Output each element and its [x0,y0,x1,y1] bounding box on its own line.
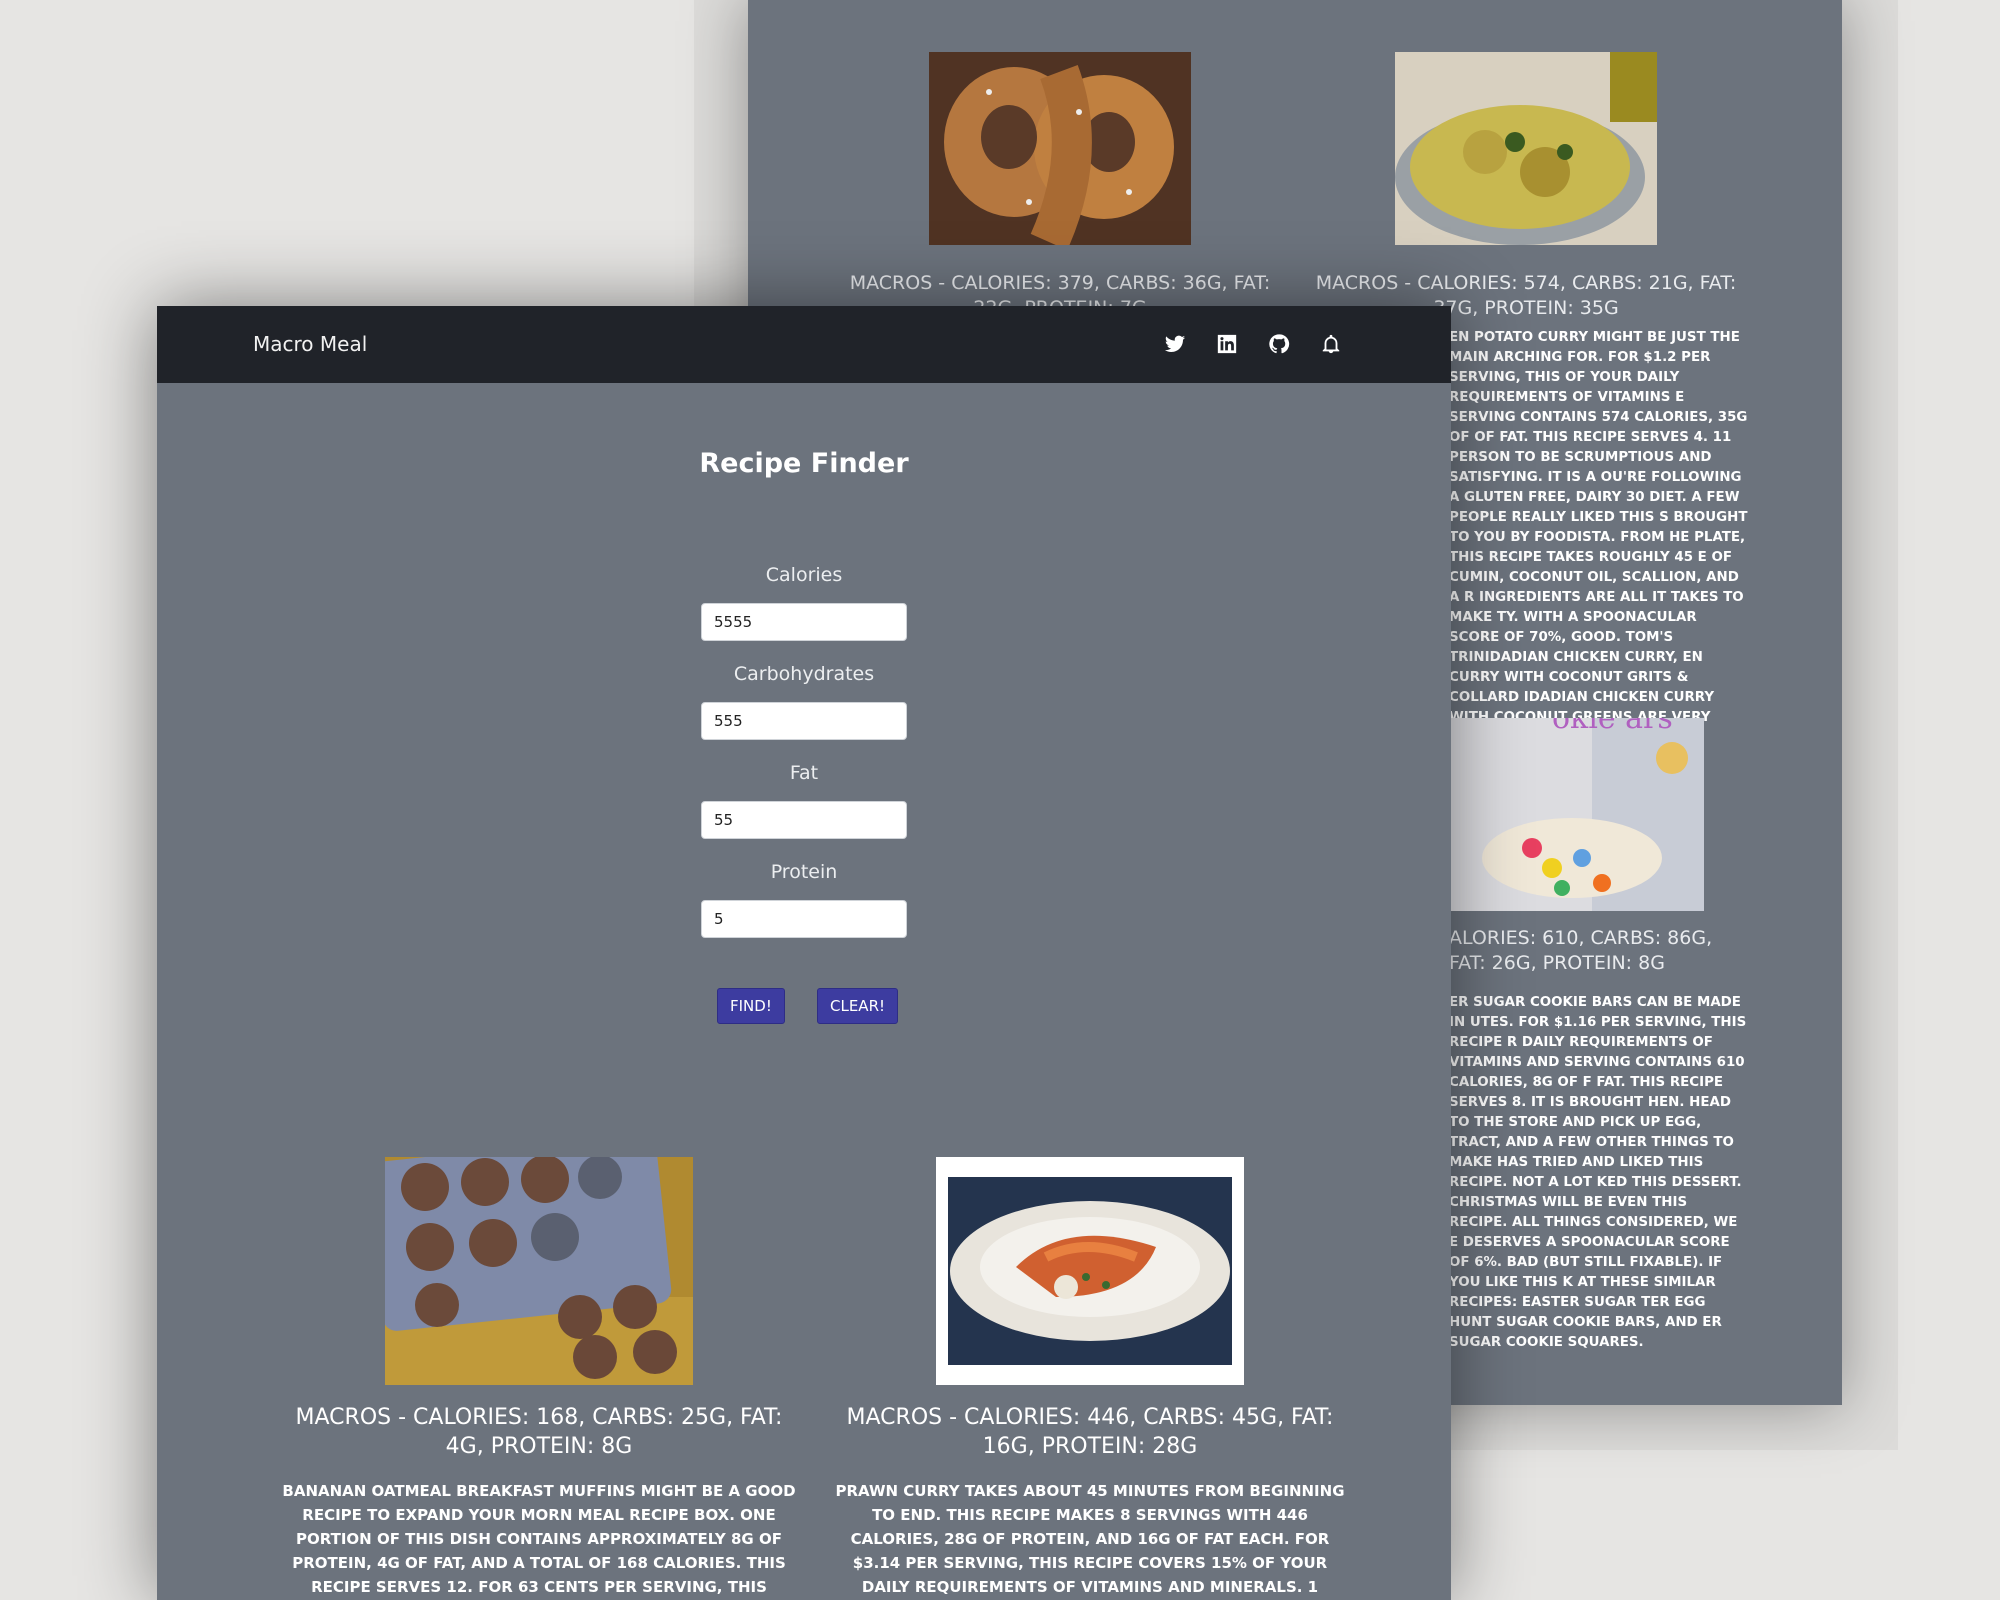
recipe-image-text: okie ars [1552,718,1673,736]
carbs-field: Carbohydrates [701,663,907,740]
recipe-card: MACROS - CALORIES: 574, CARBS: 21G, FAT:… [1311,52,1741,321]
find-button[interactable]: FIND! [717,988,785,1024]
protein-field: Protein [701,861,907,938]
recipe-description: ER SUGAR COOKIE BARS CAN BE MADE IN UTES… [1449,995,1747,1350]
bell-icon[interactable] [1317,330,1345,358]
protein-input[interactable] [701,900,907,938]
fat-label: Fat [789,762,819,784]
recipe-card: MACROS - CALORIES: 168, CARBS: 25G, FAT:… [279,1157,799,1600]
protein-label: Protein [770,861,838,883]
fat-input[interactable] [701,801,907,839]
recipe-macros: ALORIES: 610, CARBS: 86G, FAT: 26G, PROT… [1449,927,1713,974]
app-window: Macro Meal Recipe Finder Calories Carboh… [157,306,1451,1600]
fat-field: Fat [701,762,907,839]
recipe-image-sugar-cookie-bars: okie ars [1442,718,1704,911]
recipe-description: PRAWN CURRY TAKES ABOUT 45 MINUTES FROM … [835,1482,1345,1596]
calories-label: Calories [765,564,843,586]
recipe-image-pretzel [929,52,1191,251]
recipe-macros: MACROS - CALORIES: 446, CARBS: 45G, FAT:… [846,1405,1334,1459]
social-icons [1161,330,1345,358]
recipe-image-chicken-curry [1395,52,1657,245]
carbs-label: Carbohydrates [733,663,875,685]
recipe-image-muffins [385,1157,693,1385]
recipe-description: BANANAN OATMEAL BREAKFAST MUFFINS MIGHT … [282,1482,796,1596]
page-title: Recipe Finder [699,448,909,479]
twitter-icon[interactable] [1161,330,1189,358]
github-icon[interactable] [1265,330,1293,358]
clear-button[interactable]: CLEAR! [817,988,899,1024]
navbar: Macro Meal [157,306,1451,383]
calories-field: Calories [701,564,907,641]
recipe-image-prawn-curry [936,1157,1244,1385]
recipe-card: MACROS - CALORIES: 379, CARBS: 36G, FAT:… [845,52,1275,321]
calories-input[interactable] [701,603,907,641]
carbs-input[interactable] [701,702,907,740]
recipe-card: MACROS - CALORIES: 446, CARBS: 45G, FAT:… [830,1157,1350,1600]
linkedin-icon[interactable] [1213,330,1241,358]
recipe-description: EN POTATO CURRY MIGHT BE JUST THE MAIN A… [1449,330,1748,745]
recipe-macros: MACROS - CALORIES: 168, CARBS: 25G, FAT:… [295,1405,783,1459]
brand-link[interactable]: Macro Meal [253,306,367,383]
